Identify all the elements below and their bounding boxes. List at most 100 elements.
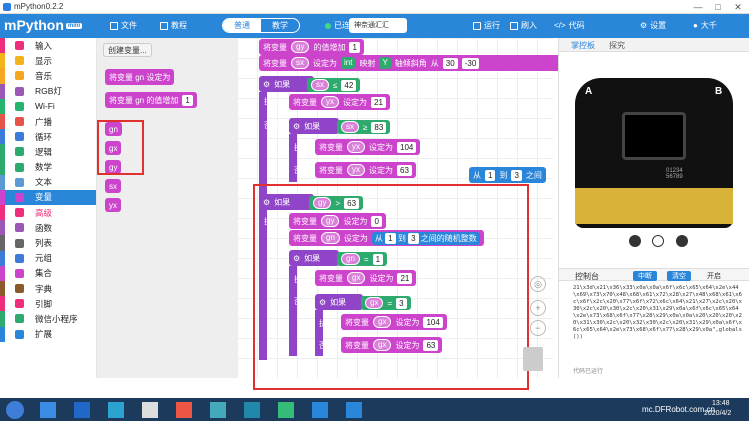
sidebar-item-label: 显示 <box>35 55 53 66</box>
flash-icon <box>510 21 518 30</box>
sidebar-item-12[interactable]: 函数 <box>0 220 96 236</box>
change-block[interactable]: 将变量 gy 的值增加 1 <box>259 39 364 55</box>
set-sx-block[interactable]: 将变量 sx 设定为 int 映射 Y 轴倾斜角从 30 -30 <box>259 55 591 71</box>
category-icon <box>15 71 24 81</box>
console-output: 21\x3d\x21\x36\x33\x0a\x0a\x6f\x6c\x65\x… <box>573 285 742 340</box>
if-block-1[interactable]: ⚙ 如果 <box>259 76 314 92</box>
workspace[interactable]: 将变量 gy 的值增加 1 将变量 sx 设定为 int 映射 Y 轴倾斜角从 30 -30 ⚙ 如果 … <box>237 38 591 390</box>
board-gold-pins <box>575 188 733 224</box>
zoom-out-icon[interactable]: − <box>530 320 546 336</box>
code-button[interactable]: </> 代码 <box>554 20 585 31</box>
category-color-bar <box>0 296 5 312</box>
zoom-reset-icon[interactable]: ◎ <box>530 276 546 292</box>
clear-button[interactable]: 清空 <box>667 271 691 281</box>
sidebar-item-18[interactable]: 微信小程序 <box>0 311 96 327</box>
random-block-floating[interactable]: 从 1 到 3 之间 <box>469 167 546 183</box>
set-yx-block-2[interactable]: 将变量 yx 设定为 104 <box>315 139 421 155</box>
tab-board[interactable]: 掌控板 <box>571 40 595 51</box>
taskbar: mc.DFRobot.com.cn 13:48 2020/4/2 <box>0 398 749 421</box>
user-menu[interactable]: ● 大千 <box>693 20 717 31</box>
panel-tabs: 掌控板 探究 <box>559 38 749 52</box>
category-color-bar <box>0 113 5 130</box>
category-color-bar <box>0 326 5 342</box>
close-icon[interactable]: ✕ <box>728 1 748 13</box>
tab-explore[interactable]: 探究 <box>609 40 625 51</box>
sidebar-item-1[interactable]: 显示 <box>0 53 96 69</box>
start-icon[interactable] <box>6 401 24 419</box>
sidebar-item-6[interactable]: 循环 <box>0 129 96 145</box>
category-icon <box>15 314 24 324</box>
sidebar-item-15[interactable]: 集合 <box>0 265 96 281</box>
app-icon-5[interactable] <box>176 402 192 418</box>
highlight-box <box>97 120 144 175</box>
if-block-2[interactable]: ⚙ 如果 <box>289 118 339 134</box>
minimize-icon[interactable]: — <box>688 1 708 13</box>
sidebar-item-11[interactable]: 高级 <box>0 205 96 221</box>
console-header: 控制台 中断 清空 开启 <box>559 268 749 281</box>
mode-normal[interactable]: 普通 <box>223 19 261 32</box>
set-variable-block[interactable]: 将变量 gn 设定为 <box>105 69 175 85</box>
sidebar-item-label: 输入 <box>35 40 53 51</box>
toggle-switch[interactable]: 开启 <box>707 271 721 281</box>
settings-button[interactable]: ⚙ 设置 <box>640 20 666 31</box>
trash-icon[interactable] <box>523 347 543 371</box>
mode-teach[interactable]: 教学 <box>261 19 299 32</box>
sidebar-item-label: 列表 <box>35 238 53 249</box>
sidebar-item-4[interactable]: Wi-Fi <box>0 98 96 114</box>
run-button[interactable]: 运行 <box>473 20 500 31</box>
sidebar-item-13[interactable]: 列表 <box>0 235 96 251</box>
app-icon-9[interactable] <box>312 402 328 418</box>
flash-button[interactable]: 刷入 <box>510 20 537 31</box>
category-color-bar <box>0 205 5 221</box>
var-block-yx[interactable]: yx <box>105 198 121 212</box>
sidebar-item-14[interactable]: 元组 <box>0 250 96 266</box>
sidebar-item-2[interactable]: 音乐 <box>0 68 96 84</box>
restart-icon[interactable] <box>652 235 664 247</box>
category-color-bar <box>0 98 5 114</box>
zoom-in-icon[interactable]: + <box>530 300 546 316</box>
category-color-bar <box>0 250 5 266</box>
sidebar-item-16[interactable]: 字典 <box>0 281 96 297</box>
sidebar-item-label: 引脚 <box>35 298 53 309</box>
sidebar-item-10[interactable]: 变量 <box>0 189 96 206</box>
ie-icon[interactable] <box>40 402 56 418</box>
var-block-sx[interactable]: sx <box>105 179 121 193</box>
sidebar-item-0[interactable]: 输入 <box>0 38 96 54</box>
mpython-taskbar-icon[interactable] <box>346 402 362 418</box>
sidebar-item-19[interactable]: 扩展 <box>0 326 96 342</box>
set-yx-block-3[interactable]: 将变量 yx 设定为 63 <box>315 162 416 178</box>
stop-icon[interactable] <box>676 235 688 247</box>
status-dot-icon <box>325 22 331 29</box>
app-icon-8[interactable] <box>278 402 294 418</box>
set-yx-block-1[interactable]: 将变量 yx 设定为 21 <box>289 94 390 110</box>
else-label-1: 否则 <box>264 121 280 130</box>
app-icon-6[interactable] <box>210 402 226 418</box>
device-select[interactable]: 神奈通汇汇 <box>349 18 407 33</box>
sidebar-item-5[interactable]: 广播 <box>0 113 96 130</box>
create-variable-button[interactable]: 创建变量... <box>103 43 152 57</box>
app-icon-2[interactable] <box>74 402 90 418</box>
category-icon <box>15 147 24 157</box>
tutorial-menu[interactable]: 教程 <box>160 20 187 31</box>
sidebar-item-17[interactable]: 引脚 <box>0 296 96 312</box>
compare-1[interactable]: sx ≤42 <box>307 78 361 92</box>
sidebar-item-8[interactable]: 数学 <box>0 159 96 175</box>
interrupt-button[interactable]: 中断 <box>633 271 657 281</box>
sidebar-item-9[interactable]: 文本 <box>0 174 96 190</box>
maximize-icon[interactable]: □ <box>708 1 728 13</box>
change-variable-block[interactable]: 将变量 gn 的值增加 1 <box>105 92 197 108</box>
play-icon[interactable] <box>629 235 641 247</box>
compare-2[interactable]: sx ≥83 <box>337 120 391 134</box>
app-icon-3[interactable] <box>108 402 124 418</box>
file-menu[interactable]: 文件 <box>110 20 137 31</box>
app-icon-7[interactable] <box>244 402 260 418</box>
app-icon-4[interactable] <box>142 402 158 418</box>
category-icon <box>15 177 24 187</box>
sidebar-item-label: 变量 <box>35 192 53 203</box>
category-color-bar <box>0 189 5 206</box>
category-icon <box>15 284 24 294</box>
category-icon <box>15 268 24 278</box>
sidebar-item-3[interactable]: RGB灯 <box>0 83 96 99</box>
sidebar-item-7[interactable]: 逻辑 <box>0 144 96 160</box>
category-color-bar <box>0 144 5 160</box>
